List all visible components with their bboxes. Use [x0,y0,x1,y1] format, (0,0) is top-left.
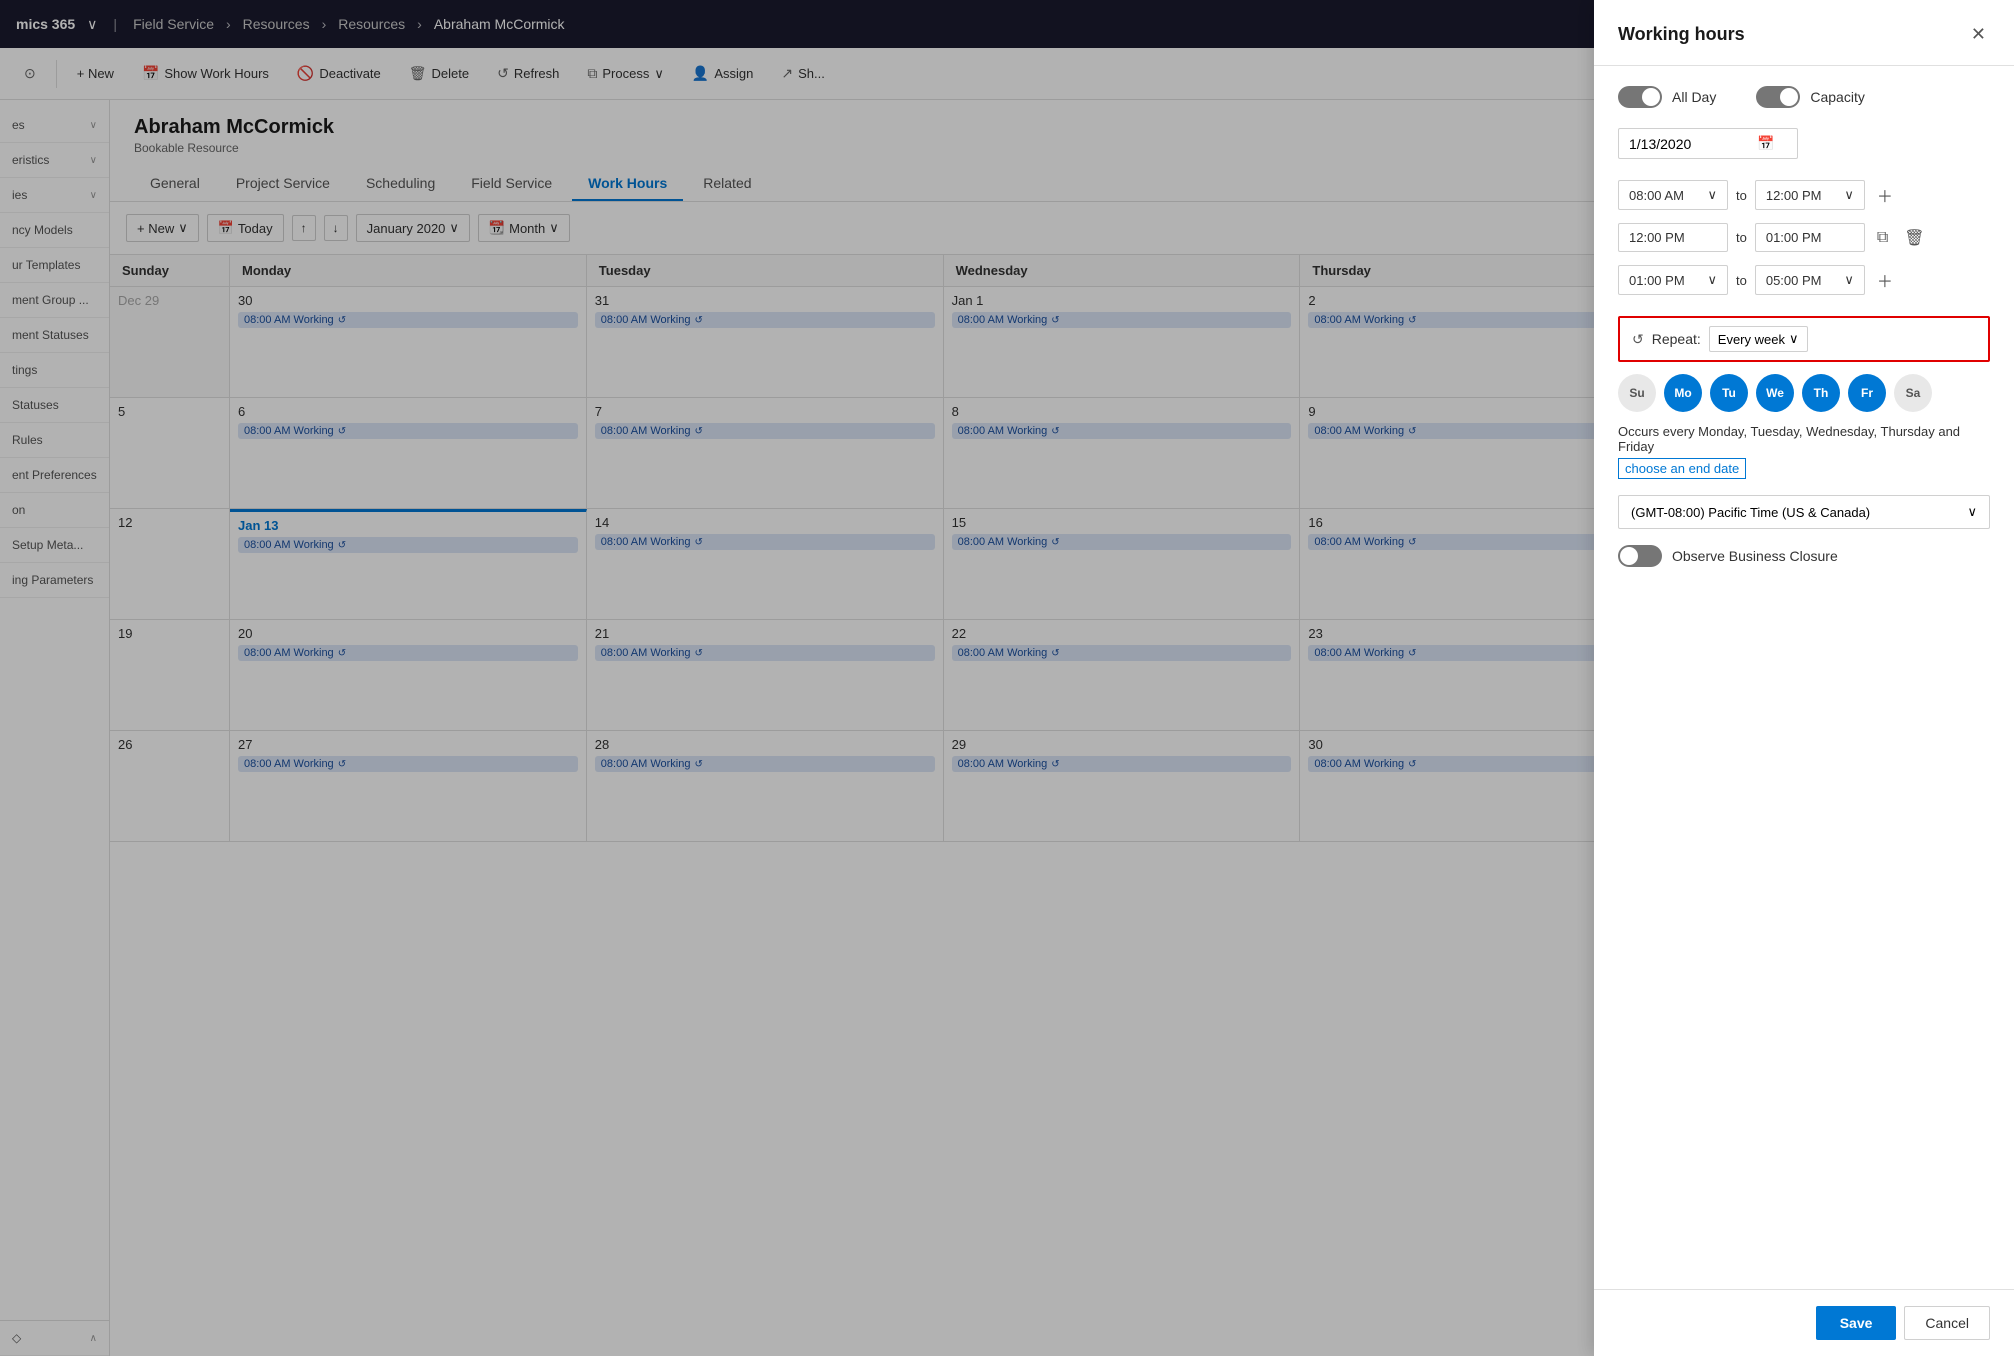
day-circle-fr[interactable]: Fr [1848,374,1886,412]
copy-time-slot-2-button[interactable]: ⧉ [1873,225,1892,251]
capacity-toggle[interactable] [1756,86,1800,108]
timezone-select[interactable]: (GMT-08:00) Pacific Time (US & Canada) ∨ [1618,495,1990,529]
time-row-1: 08:00 AM ∨ to 12:00 PM ∨ ＋ [1618,179,1990,211]
time-from-1-label: 08:00 AM [1629,188,1684,203]
day-circle-tu[interactable]: Tu [1710,374,1748,412]
choose-end-date-button[interactable]: choose an end date [1618,458,1746,479]
panel-body: All Day Capacity 📅 08:00 AM ∨ to 1 [1594,66,2014,1289]
time-from-3-label: 01:00 PM [1629,273,1685,288]
time-to-2-label: 01:00 PM [1766,230,1822,245]
time-to-1-label: 12:00 PM [1766,188,1822,203]
observe-closure-toggle[interactable] [1618,545,1662,567]
time-row-2: 12:00 PM to 01:00 PM ⧉ 🗑 [1618,223,1990,252]
calendar-date-icon: 📅 [1757,135,1774,152]
day-circle-th[interactable]: Th [1802,374,1840,412]
day-circle-mo[interactable]: Mo [1664,374,1702,412]
time-to-3-label: 05:00 PM [1766,273,1822,288]
all-day-toggle[interactable] [1618,86,1662,108]
panel-footer: Save Cancel [1594,1289,2014,1356]
all-day-toggle-item: All Day [1618,86,1716,108]
time-to-label-1: to [1736,188,1747,203]
repeat-chevron-icon: ∨ [1789,331,1799,347]
add-time-slot-1-button[interactable]: ＋ [1873,179,1897,211]
time-from-1[interactable]: 08:00 AM ∨ [1618,180,1728,210]
day-circle-su[interactable]: Su [1618,374,1656,412]
day-circles: Su Mo Tu We Th Fr Sa [1618,374,1990,412]
time-to-1[interactable]: 12:00 PM ∨ [1755,180,1865,210]
day-circle-sa[interactable]: Sa [1894,374,1932,412]
time-to-label-2: to [1736,230,1747,245]
working-hours-panel: Working hours ✕ All Day Capacity [1594,0,2014,1356]
time-to-2[interactable]: 01:00 PM [1755,223,1865,252]
close-panel-button[interactable]: ✕ [1967,20,1990,49]
time-from-2-label: 12:00 PM [1629,230,1685,245]
time-to-label-3: to [1736,273,1747,288]
panel-header: Working hours ✕ [1594,0,2014,66]
time-to-3-chevron: ∨ [1844,272,1854,288]
delete-time-slot-2-button[interactable]: 🗑 [1900,224,1928,252]
timezone-label: (GMT-08:00) Pacific Time (US & Canada) [1631,505,1870,520]
repeat-row: ↺ Repeat: Every week ∨ [1618,316,1990,362]
time-from-2[interactable]: 12:00 PM [1618,223,1728,252]
time-from-3[interactable]: 01:00 PM ∨ [1618,265,1728,295]
date-field[interactable]: 📅 [1618,128,1798,159]
toggle-row: All Day Capacity [1618,86,1990,108]
timezone-chevron-icon: ∨ [1967,504,1977,520]
capacity-toggle-item: Capacity [1756,86,1864,108]
observe-closure-row: Observe Business Closure [1618,545,1990,567]
day-circle-we[interactable]: We [1756,374,1794,412]
time-to-1-chevron: ∨ [1844,187,1854,203]
time-from-1-chevron: ∨ [1707,187,1717,203]
repeat-icon: ↺ [1632,331,1644,348]
time-row-3: 01:00 PM ∨ to 05:00 PM ∨ ＋ [1618,264,1990,296]
repeat-value: Every week [1718,332,1785,347]
capacity-label: Capacity [1810,89,1864,105]
panel-title: Working hours [1618,24,1745,45]
occurrence-text: Occurs every Monday, Tuesday, Wednesday,… [1618,424,1990,454]
time-from-3-chevron: ∨ [1707,272,1717,288]
observe-closure-label: Observe Business Closure [1672,548,1838,564]
time-to-3[interactable]: 05:00 PM ∨ [1755,265,1865,295]
repeat-select[interactable]: Every week ∨ [1709,326,1808,352]
all-day-label: All Day [1672,89,1716,105]
repeat-label: Repeat: [1652,331,1701,347]
cancel-button[interactable]: Cancel [1904,1306,1990,1340]
add-time-slot-3-button[interactable]: ＋ [1873,264,1897,296]
save-button[interactable]: Save [1816,1306,1897,1340]
date-input[interactable] [1629,136,1749,152]
